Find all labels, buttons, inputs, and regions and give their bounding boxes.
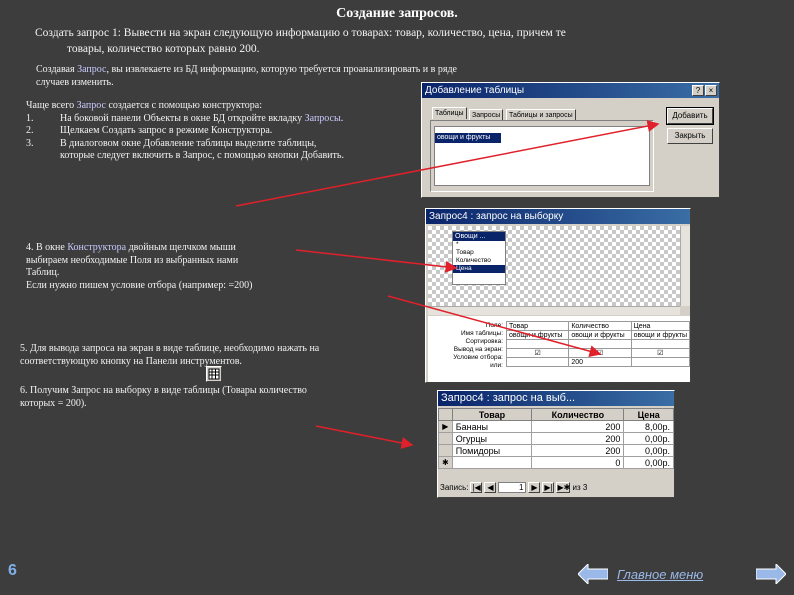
arrow-to-result [315, 425, 414, 449]
arrow-to-field-list [295, 249, 458, 273]
page-number: 6 [8, 562, 17, 579]
arrow-to-criteria [387, 295, 602, 358]
forward-arrow-icon[interactable] [756, 564, 786, 584]
back-arrow-icon[interactable] [578, 564, 608, 584]
main-menu-link[interactable]: Главное меню [617, 567, 703, 582]
arrow-to-add-button [235, 120, 660, 207]
annotation-arrows [235, 120, 660, 449]
